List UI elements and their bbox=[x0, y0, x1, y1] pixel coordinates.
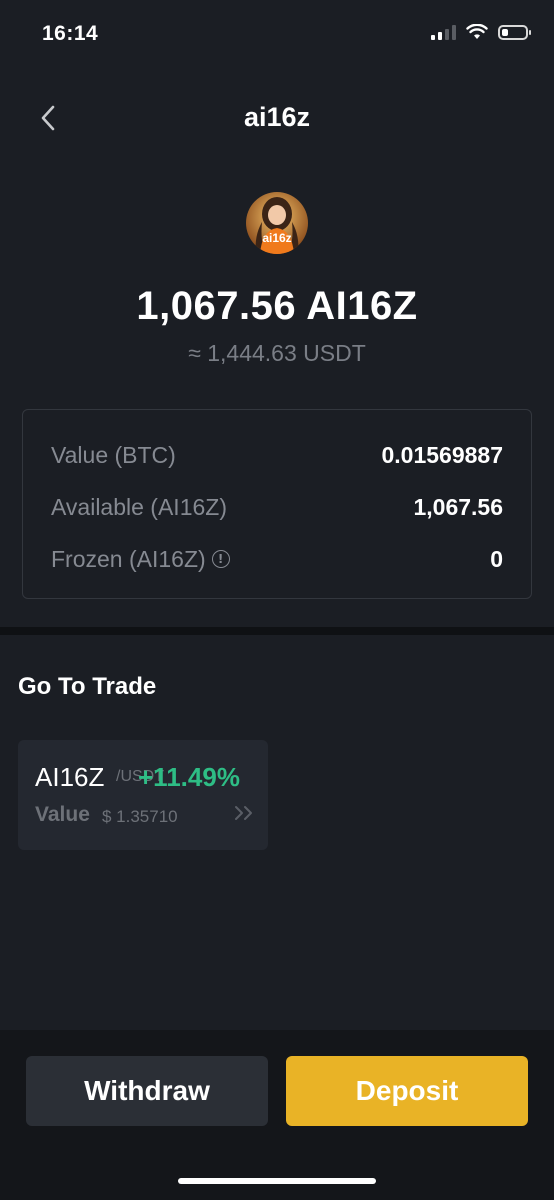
wifi-icon bbox=[466, 24, 488, 39]
trade-base-currency: AI16Z bbox=[35, 762, 105, 792]
balance-card: Value (BTC) 0.01569887 Available (AI16Z)… bbox=[22, 409, 532, 599]
status-bar: 16:14 bbox=[0, 0, 554, 70]
balance-row-value-btc: Value (BTC) 0.01569887 bbox=[51, 440, 503, 470]
trade-price-change: +11.49% bbox=[138, 762, 240, 792]
bottom-action-bar: Withdraw Deposit bbox=[0, 1030, 554, 1200]
status-icons bbox=[431, 24, 531, 40]
trade-pair-card[interactable]: /USDT AI16Z +11.49% Value $ 1.35710 bbox=[18, 740, 268, 850]
info-icon[interactable]: ! bbox=[211, 550, 230, 568]
battery-icon bbox=[498, 24, 531, 40]
page-title: ai16z bbox=[243, 102, 311, 132]
balance-row-available: Available (AI16Z) 1,067.56 bbox=[51, 492, 503, 522]
withdraw-button[interactable]: Withdraw bbox=[26, 1056, 268, 1126]
status-time: 16:14 bbox=[42, 22, 99, 45]
balance-label: Value (BTC) bbox=[51, 441, 176, 468]
deposit-button[interactable]: Deposit bbox=[286, 1056, 528, 1126]
balance-label: Available (AI16Z) bbox=[51, 493, 227, 520]
balance-value: 0 bbox=[490, 545, 503, 572]
nav-bar: ai16z bbox=[0, 90, 554, 146]
token-avatar: ai16z bbox=[246, 192, 308, 254]
home-indicator[interactable] bbox=[178, 1178, 376, 1184]
balance-value: 1,067.56 bbox=[413, 493, 503, 520]
balance-label-wrapper: Frozen (AI16Z) ! bbox=[51, 546, 230, 573]
section-divider bbox=[0, 627, 554, 635]
signal-icon bbox=[431, 24, 456, 40]
section-title: Go To Trade bbox=[18, 673, 157, 700]
balance-value: 0.01569887 bbox=[381, 441, 503, 468]
avatar-logo-text: ai16z bbox=[262, 231, 291, 245]
token-amount: 1,067.56 AI16Z bbox=[136, 284, 418, 328]
trade-value-label: Value bbox=[35, 803, 90, 826]
double-chevron-right-icon bbox=[235, 806, 252, 820]
usdt-equivalent: ≈ 1,444.63 USDT bbox=[188, 340, 366, 366]
balance-label: Frozen (AI16Z) bbox=[51, 545, 206, 572]
trade-value: $ 1.35710 bbox=[102, 807, 178, 826]
balance-row-frozen: Frozen (AI16Z) ! 0 bbox=[51, 544, 503, 574]
